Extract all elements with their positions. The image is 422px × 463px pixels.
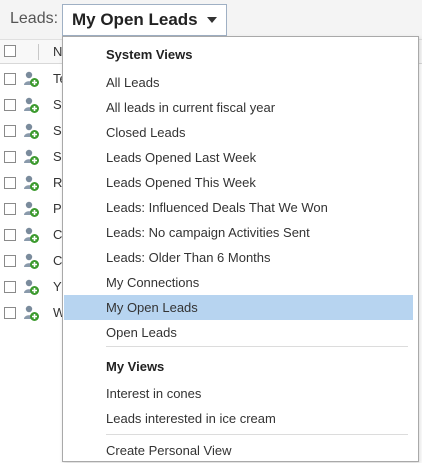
row-name[interactable]: R <box>53 175 62 190</box>
row-name[interactable]: P <box>53 201 62 216</box>
my-views-heading: My Views <box>106 359 165 374</box>
lead-record-icon <box>24 227 39 243</box>
system-view-item[interactable]: Closed Leads <box>64 120 413 145</box>
row-checkbox[interactable] <box>4 281 16 293</box>
selected-view-name: My Open Leads <box>72 10 198 29</box>
row-checkbox[interactable] <box>4 229 16 241</box>
row-checkbox[interactable] <box>4 177 16 189</box>
system-view-item[interactable]: Leads Opened Last Week <box>64 145 413 170</box>
row-checkbox[interactable] <box>4 73 16 85</box>
view-selector-button[interactable]: My Open Leads <box>62 4 227 36</box>
system-views-heading: System Views <box>106 47 193 62</box>
row-checkbox[interactable] <box>4 125 16 137</box>
lead-record-icon <box>24 305 39 321</box>
lead-record-icon <box>24 71 39 87</box>
row-name[interactable]: C <box>53 253 62 268</box>
menu-divider <box>106 434 408 435</box>
name-column-header[interactable]: N <box>53 44 62 59</box>
row-name[interactable]: C <box>53 227 62 242</box>
row-checkbox[interactable] <box>4 255 16 267</box>
system-view-item[interactable]: Leads: Older Than 6 Months <box>64 245 413 270</box>
lead-record-icon <box>24 253 39 269</box>
system-view-item[interactable]: Open Leads <box>64 320 413 345</box>
view-dropdown-menu: System Views All Leads All leads in curre… <box>62 36 419 462</box>
row-checkbox[interactable] <box>4 151 16 163</box>
lead-record-icon <box>24 175 39 191</box>
my-view-item[interactable]: Leads interested in ice cream <box>64 406 413 431</box>
select-all-checkbox[interactable] <box>4 45 16 57</box>
menu-divider <box>106 346 408 347</box>
system-view-item[interactable]: All Leads <box>64 70 413 95</box>
my-view-item[interactable]: Interest in cones <box>64 381 413 406</box>
chevron-down-icon <box>206 17 217 23</box>
row-checkbox[interactable] <box>4 99 16 111</box>
lead-record-icon <box>24 149 39 165</box>
system-view-item[interactable]: All leads in current fiscal year <box>64 95 413 120</box>
row-name[interactable]: Y <box>53 279 62 294</box>
column-separator <box>38 44 39 60</box>
system-view-item[interactable]: My Open Leads <box>64 295 413 320</box>
system-view-item[interactable]: Leads: Influenced Deals That We Won <box>64 195 413 220</box>
row-checkbox[interactable] <box>4 203 16 215</box>
system-view-item[interactable]: Leads: No campaign Activities Sent <box>64 220 413 245</box>
lead-record-icon <box>24 123 39 139</box>
lead-record-icon <box>24 201 39 217</box>
row-checkbox[interactable] <box>4 307 16 319</box>
system-view-item[interactable]: My Connections <box>64 270 413 295</box>
entity-label: Leads: <box>10 10 59 27</box>
lead-record-icon <box>24 279 39 295</box>
lead-record-icon <box>24 97 39 113</box>
create-personal-view-item[interactable]: Create Personal View <box>64 438 413 463</box>
view-header-bar: Leads: My Open Leads <box>0 0 422 40</box>
system-view-item[interactable]: Leads Opened This Week <box>64 170 413 195</box>
